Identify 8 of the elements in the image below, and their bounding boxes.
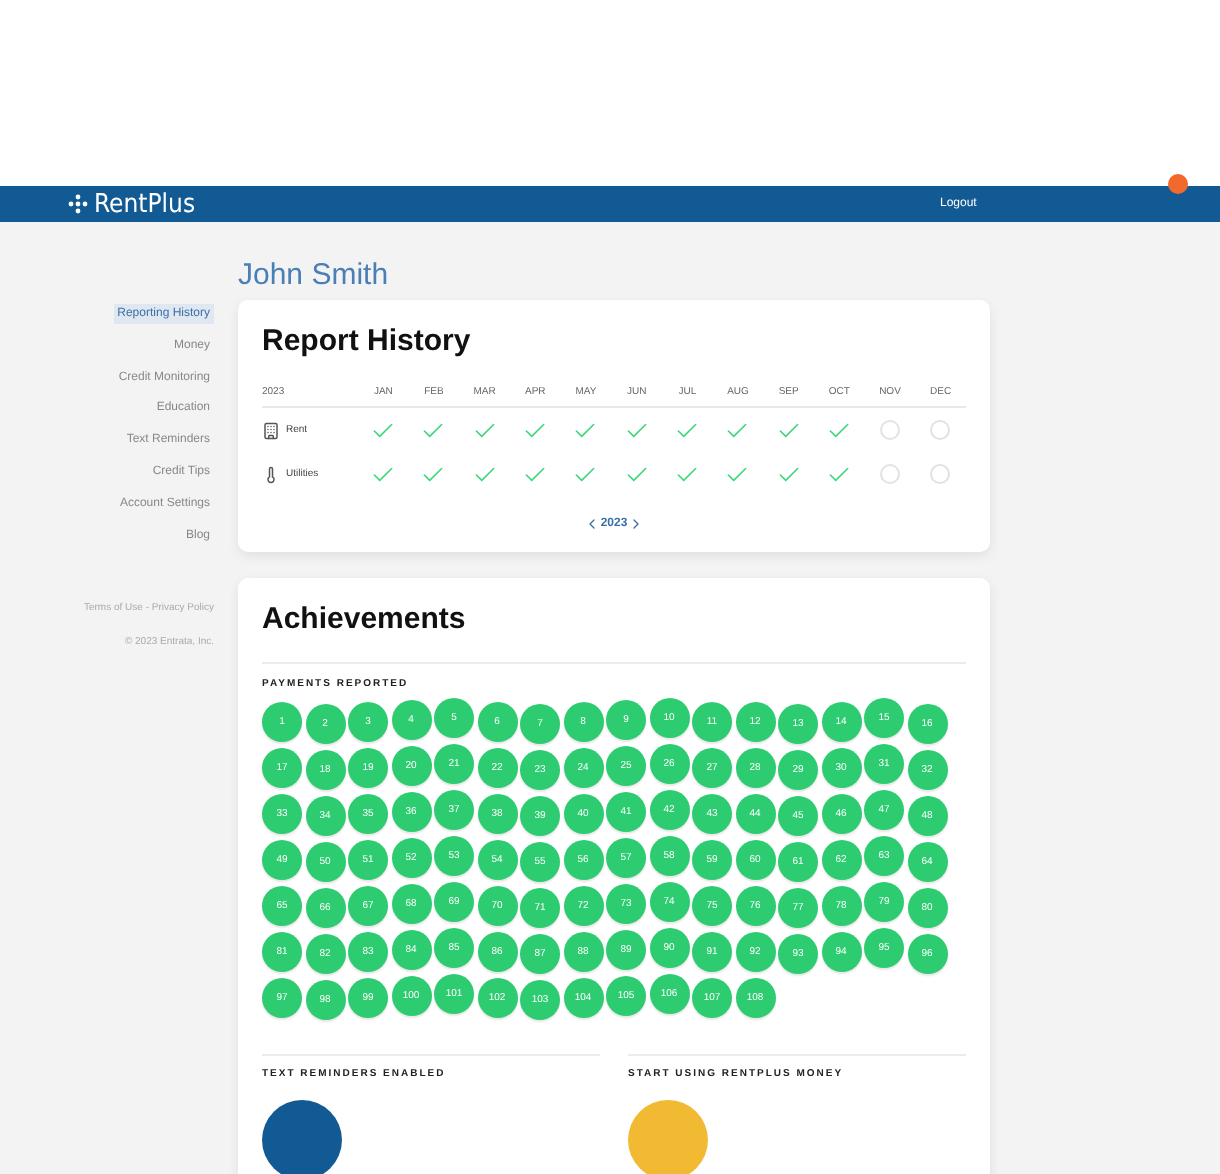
user-name: John Smith	[238, 258, 391, 292]
card-title: Report History	[262, 324, 473, 358]
card-title: Achievements	[262, 602, 468, 636]
thermometer-icon	[262, 465, 280, 483]
notification-dot	[1168, 174, 1188, 194]
dots-logo-icon	[68, 194, 88, 214]
building-icon	[262, 421, 280, 439]
logo[interactable]: RentPlus	[68, 189, 940, 219]
